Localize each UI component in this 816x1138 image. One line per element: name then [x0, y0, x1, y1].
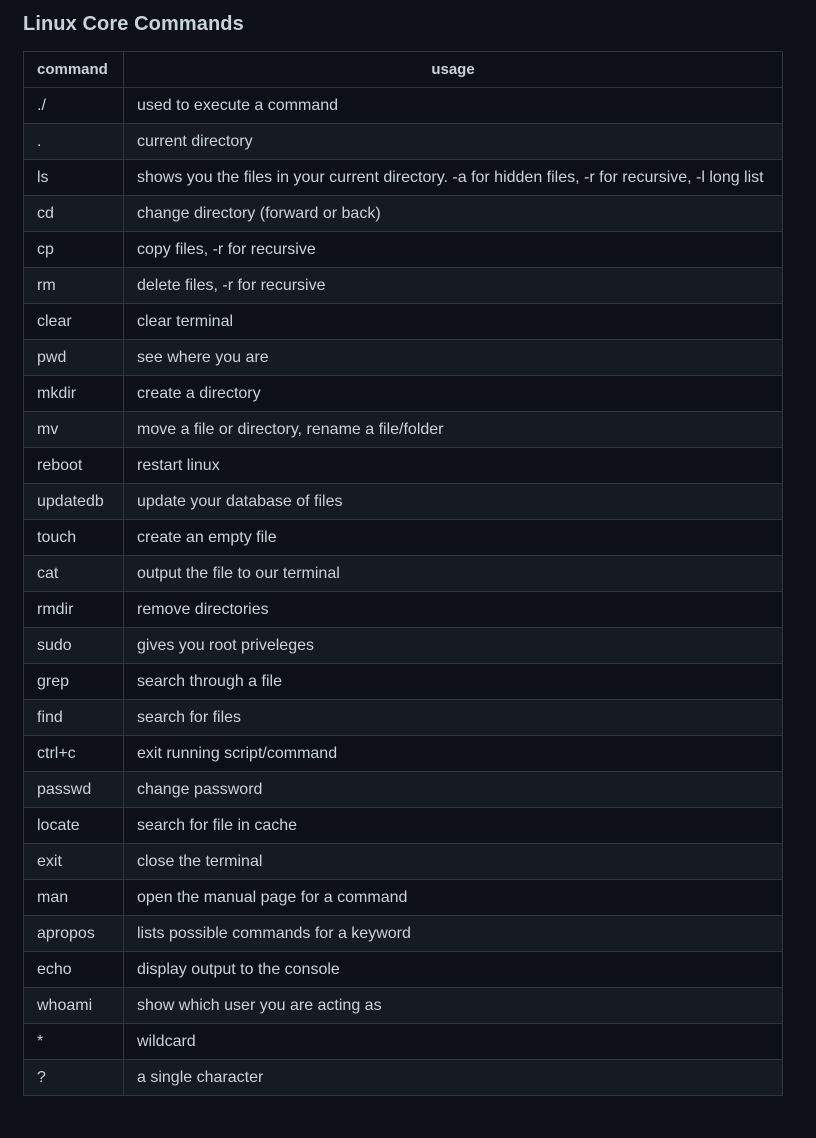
- command-cell: mkdir: [23, 375, 124, 412]
- usage-cell: search for files: [123, 699, 783, 736]
- command-cell: exit: [23, 843, 124, 880]
- column-header-usage: usage: [123, 51, 783, 88]
- command-cell: rm: [23, 267, 124, 304]
- table-row: sudo gives you root priveleges: [23, 627, 783, 664]
- command-cell: reboot: [23, 447, 124, 484]
- command-cell: *: [23, 1023, 124, 1060]
- table-row: apropos lists possible commands for a key…: [23, 915, 783, 952]
- usage-cell: search through a file: [123, 663, 783, 700]
- table-row: reboot restart linux: [23, 447, 783, 484]
- header-row: command usage: [23, 51, 783, 88]
- table-row: passwd change password: [23, 771, 783, 808]
- usage-cell: search for file in cache: [123, 807, 783, 844]
- markdown-page: Linux Core Commands command usage ./used…: [0, 0, 816, 1138]
- table-row: pwd see where you are: [23, 339, 783, 376]
- table-row: rm delete files, -r for recursive: [23, 267, 783, 304]
- usage-cell: lists possible commands for a keyword: [123, 915, 783, 952]
- table-row: ./used to execute a command: [23, 87, 783, 124]
- table-row: cp copy files, -r for recursive: [23, 231, 783, 268]
- command-cell: ./: [23, 87, 124, 124]
- table-row: clear clear terminal: [23, 303, 783, 340]
- command-cell: ?: [23, 1059, 124, 1096]
- command-cell: mv: [23, 411, 124, 448]
- table-row: ls shows you the files in your current di…: [23, 159, 783, 196]
- usage-cell: current directory: [123, 123, 783, 160]
- command-cell: rmdir: [23, 591, 124, 628]
- command-cell: updatedb: [23, 483, 124, 520]
- usage-cell: exit running script/command: [123, 735, 783, 772]
- command-cell: ls: [23, 159, 124, 196]
- usage-cell: gives you root priveleges: [123, 627, 783, 664]
- command-cell: .: [23, 123, 124, 160]
- table-row: ctrl+c exit running script/command: [23, 735, 783, 772]
- command-cell: sudo: [23, 627, 124, 664]
- table-row: grep search through a file: [23, 663, 783, 700]
- table-header: command usage: [23, 51, 783, 88]
- usage-cell: output the file to our terminal: [123, 555, 783, 592]
- command-cell: echo: [23, 951, 124, 988]
- command-cell: whoami: [23, 987, 124, 1024]
- page-title: Linux Core Commands: [23, 13, 244, 35]
- table-row: * wildcard: [23, 1023, 783, 1060]
- command-cell: cat: [23, 555, 124, 592]
- table-row: man open the manual page for a command: [23, 879, 783, 916]
- usage-cell: delete files, -r for recursive: [123, 267, 783, 304]
- usage-cell: change password: [123, 771, 783, 808]
- command-cell: man: [23, 879, 124, 916]
- table-row: whoami show which user you are acting as: [23, 987, 783, 1024]
- usage-cell: create a directory: [123, 375, 783, 412]
- usage-cell: wildcard: [123, 1023, 783, 1060]
- table-body: ./used to execute a command. current dire…: [23, 87, 783, 1096]
- table-row: cat output the file to our terminal: [23, 555, 783, 592]
- usage-cell: move a file or directory, rename a file/…: [123, 411, 783, 448]
- table-row: touch create an empty file: [23, 519, 783, 556]
- usage-cell: remove directories: [123, 591, 783, 628]
- usage-cell: update your database of files: [123, 483, 783, 520]
- table-row: mv move a file or directory, rename a fil…: [23, 411, 783, 448]
- usage-cell: shows you the files in your current dire…: [123, 159, 783, 196]
- table-row: updatedb update your database of files: [23, 483, 783, 520]
- usage-cell: used to execute a command: [123, 87, 783, 124]
- command-cell: grep: [23, 663, 124, 700]
- table-row: ? a single character: [23, 1059, 783, 1096]
- table-row: echo display output to the console: [23, 951, 783, 988]
- command-cell: touch: [23, 519, 124, 556]
- table-row: rmdir remove directories: [23, 591, 783, 628]
- command-cell: apropos: [23, 915, 124, 952]
- command-cell: clear: [23, 303, 124, 340]
- table-row: cd change directory (forward or back): [23, 195, 783, 232]
- column-header-command: command: [23, 51, 124, 88]
- command-cell: pwd: [23, 339, 124, 376]
- usage-cell: change directory (forward or back): [123, 195, 783, 232]
- usage-cell: close the terminal: [123, 843, 783, 880]
- usage-cell: create an empty file: [123, 519, 783, 556]
- table-row: find search for files: [23, 699, 783, 736]
- table-row: . current directory: [23, 123, 783, 160]
- usage-cell: open the manual page for a command: [123, 879, 783, 916]
- usage-cell: restart linux: [123, 447, 783, 484]
- usage-cell: display output to the console: [123, 951, 783, 988]
- command-cell: passwd: [23, 771, 124, 808]
- usage-cell: show which user you are acting as: [123, 987, 783, 1024]
- command-cell: cp: [23, 231, 124, 268]
- table-row: locate search for file in cache: [23, 807, 783, 844]
- commands-table: command usage ./used to execute a comman…: [23, 51, 783, 1096]
- command-cell: locate: [23, 807, 124, 844]
- table-row: mkdir create a directory: [23, 375, 783, 412]
- table-row: exit close the terminal: [23, 843, 783, 880]
- command-cell: cd: [23, 195, 124, 232]
- usage-cell: a single character: [123, 1059, 783, 1096]
- usage-cell: clear terminal: [123, 303, 783, 340]
- usage-cell: see where you are: [123, 339, 783, 376]
- command-cell: ctrl+c: [23, 735, 124, 772]
- command-cell: find: [23, 699, 124, 736]
- usage-cell: copy files, -r for recursive: [123, 231, 783, 268]
